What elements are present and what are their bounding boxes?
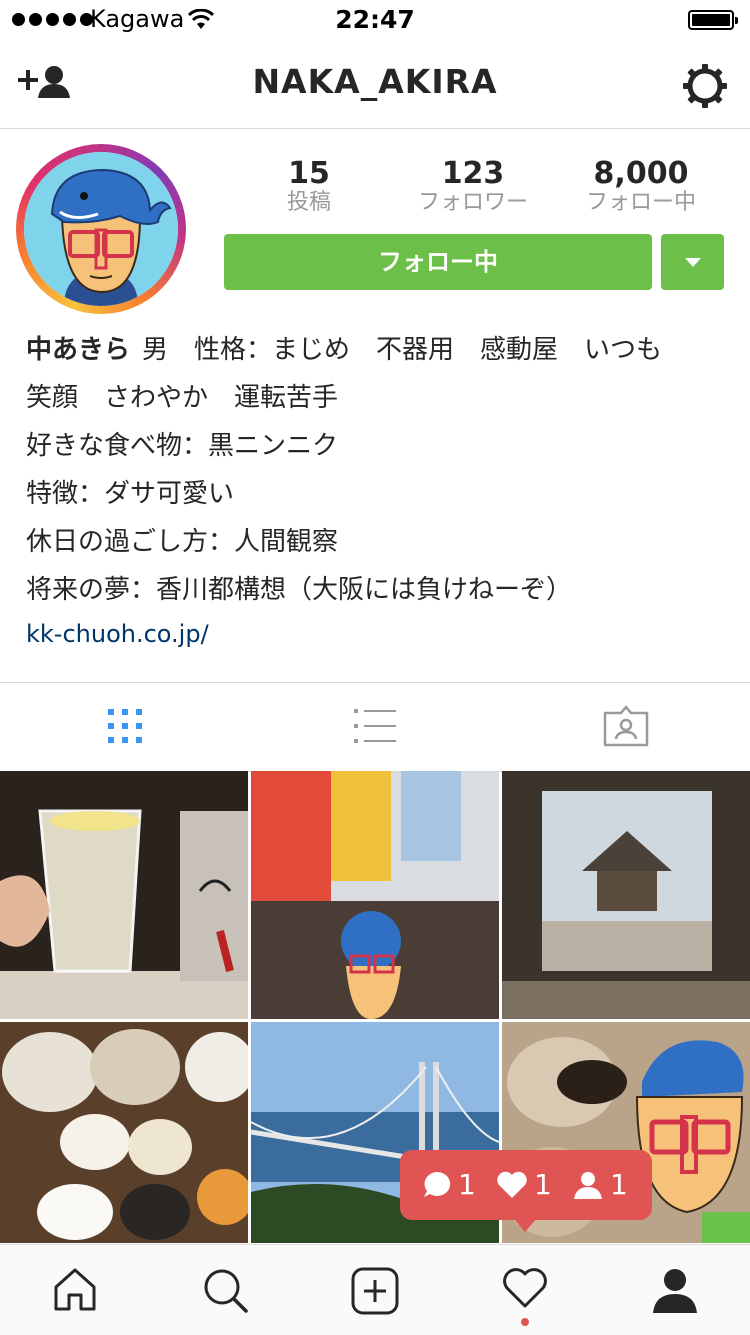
highball-photo [0,771,248,1019]
popup-follows: 1 [572,1168,628,1201]
temple-photo [502,771,750,1019]
add-post-icon[interactable] [351,1267,399,1315]
comment-icon [424,1171,451,1197]
avatar-mascot-image [24,152,178,306]
stat-followers[interactable]: 123 フォロワー [388,158,558,216]
page-title: NAKA_AKIRA [252,62,498,101]
bio-line: 休日の過ごし方：人間観察 [26,527,339,557]
popup-likes-count: 1 [534,1168,552,1201]
grid-icon[interactable] [106,707,144,745]
popup-follows-count: 1 [610,1168,628,1201]
bio-line: 好きな食べ物：黒ニンニク [26,431,339,461]
popup-comments-count: 1 [458,1168,476,1201]
home-icon[interactable] [52,1267,98,1311]
tagged-icon[interactable] [603,705,649,747]
bio-line: 特徴：ダサ可愛い [26,479,235,509]
photo-tile-temple[interactable] [502,771,750,1019]
street-photo [251,771,499,1019]
photo-tile-highball[interactable] [0,771,248,1019]
gear-icon[interactable] [682,63,728,109]
heart-filled-icon [497,1171,527,1198]
stat-posts[interactable]: 15 投稿 [224,158,394,216]
status-bar: Kagawa 22:47 [0,0,750,40]
bio-line: 将来の夢：香川都構想（大阪には負けねーぞ） [26,575,573,605]
profile-icon[interactable] [652,1267,698,1313]
meal-photo [0,1022,248,1243]
website-link[interactable]: kk-chuoh.co.jp/ [26,620,209,648]
stat-following-label: フォロー中 [585,190,696,215]
following-button[interactable]: フォロー中 [224,234,652,290]
view-tabs [0,682,750,772]
stat-posts-label: 投稿 [286,190,331,215]
person-icon [574,1171,602,1199]
photo-tile-bridge[interactable] [251,1022,499,1270]
notification-dot [521,1318,529,1326]
stat-following-value: 8,000 [593,156,689,191]
photo-tile-street[interactable] [251,771,499,1019]
heart-icon[interactable] [502,1267,548,1309]
activity-popup[interactable]: 1 1 1 [400,1150,652,1232]
battery-icon [688,10,738,30]
stat-followers-label: フォロワー [417,190,528,215]
photo-tile-meal[interactable] [0,1022,248,1270]
profile-bio: 中あきら男 性格：まじめ 不器用 感動屋 いつも 笑顔 さわやか 運転苦手 好き… [26,326,726,614]
bio-line: 笑顔 さわやか 運転苦手 [26,383,339,413]
search-icon[interactable] [202,1267,248,1313]
stat-following[interactable]: 8,000 フォロー中 [556,158,726,216]
popup-comments: 1 [422,1168,476,1201]
avatar-ring[interactable] [16,144,186,314]
stat-followers-value: 123 [441,156,505,191]
avatar [24,152,178,306]
bio-line: 男 性格：まじめ 不器用 感動屋 いつも [142,335,663,365]
stat-posts-value: 15 [288,156,330,191]
nav-bar: NAKA_AKIRA [0,40,750,129]
clock: 22:47 [335,5,415,34]
bottom-tab-bar [0,1244,750,1335]
list-icon[interactable] [354,707,396,745]
popup-likes: 1 [496,1168,552,1201]
profile-name: 中あきら [26,335,131,365]
photo-tile-garlic[interactable] [502,1022,750,1270]
suggestions-dropdown-button[interactable] [661,234,724,290]
